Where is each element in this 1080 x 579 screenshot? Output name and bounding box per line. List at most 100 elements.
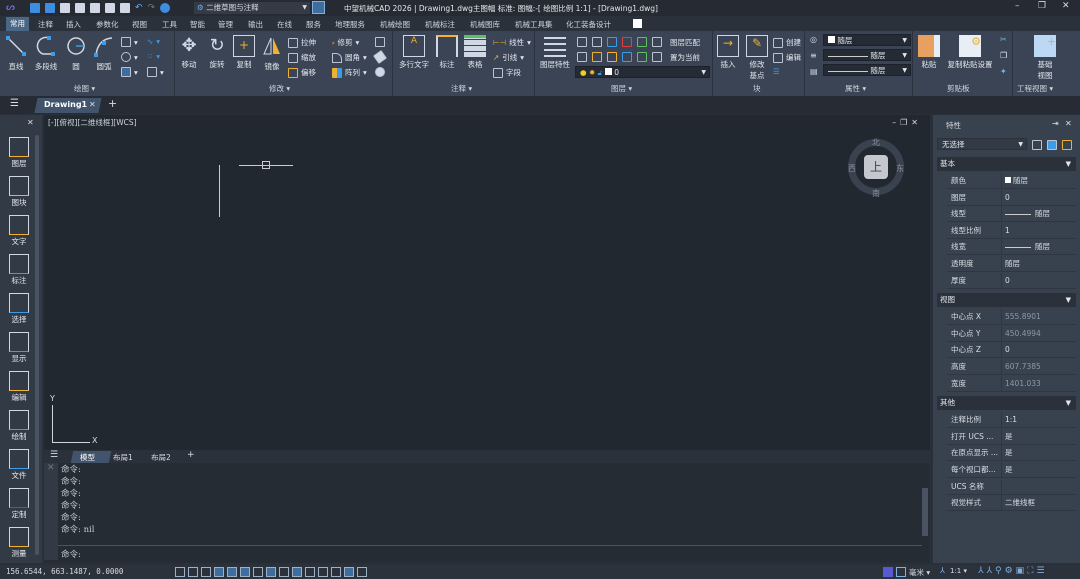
linetype-dropdown[interactable]: 随层 ▼ (823, 49, 911, 61)
layer-merge-icon[interactable] (637, 52, 647, 62)
layer-thaw-all-icon[interactable] (607, 52, 617, 62)
add-layout-button[interactable]: + (187, 450, 195, 460)
tab-3[interactable]: 参数化 (92, 18, 123, 31)
paper-icon[interactable] (896, 567, 906, 577)
stretch-button[interactable]: 拉伸 (288, 37, 316, 48)
property-row[interactable]: 中心点 Z 0 (947, 342, 1076, 359)
panel-modify-label[interactable]: 修改 ▾ (269, 83, 290, 94)
print-icon[interactable] (105, 3, 115, 13)
table-button[interactable]: 表格 (461, 35, 489, 70)
close-tab-icon[interactable]: ✕ (89, 100, 96, 109)
trim-button[interactable]: ⸗ 修剪 ▾ (332, 37, 359, 48)
workspace-dropdown[interactable]: ⚙ 二维草图与注释 ▼ (194, 2, 310, 14)
command-scrollbar[interactable] (922, 488, 928, 536)
viewport-controls[interactable]: [-][俯视][二维线框][WCS] (48, 117, 137, 128)
new-tab-button[interactable]: + (108, 97, 117, 110)
explode-button[interactable] (375, 67, 385, 77)
status-toggle-1[interactable] (188, 567, 198, 577)
menu-icon[interactable]: ☰ (10, 98, 19, 109)
property-row[interactable]: 线型比例 1 (947, 222, 1076, 239)
array-button[interactable]: 阵列 ▾ (332, 67, 367, 78)
status-toggle-10[interactable] (305, 567, 315, 577)
point-button[interactable]: ⁙ ▾ (147, 52, 160, 61)
layer-unisolate-icon[interactable] (637, 37, 647, 47)
cut-icon[interactable]: ✂ (1000, 35, 1007, 44)
tab-6[interactable]: 智能 (186, 18, 209, 31)
edit-basepoint-button[interactable]: ✎ 修改基点 (743, 35, 771, 81)
panel-properties-label[interactable]: 属性 ▾ (845, 83, 866, 94)
tab-9[interactable]: 在线 (273, 18, 296, 31)
panel-annotate-label[interactable]: 注释 ▾ (451, 83, 472, 94)
tab-12[interactable]: 机械绘图 (376, 18, 414, 31)
command-handle[interactable]: ✕ (44, 463, 58, 560)
property-row[interactable]: 注释比例 1:1 (947, 412, 1076, 429)
toggle-pickadd-icon[interactable] (1032, 140, 1042, 150)
layer-dropdown[interactable]: ● ✹ 🔓︎ 0 ▼ (575, 66, 710, 78)
status-toggle-12[interactable] (331, 567, 341, 577)
annotation-monitor-icon[interactable] (883, 567, 893, 577)
status-toggle-9[interactable] (292, 567, 302, 577)
undo-icon[interactable]: ↶ (135, 3, 143, 13)
select-objects-icon[interactable] (1047, 140, 1057, 150)
layer-unlock-icon[interactable] (622, 52, 632, 62)
status-toggle-11[interactable] (318, 567, 328, 577)
scale-button[interactable]: 缩放 (288, 52, 316, 63)
status-toggle-14[interactable] (357, 567, 367, 577)
palette-item-1[interactable]: 图块 (4, 176, 34, 208)
quick-select-icon[interactable] (1062, 140, 1072, 150)
property-row[interactable]: 颜色 随层 (947, 173, 1076, 189)
tab-layout1[interactable]: 布局1 (113, 452, 133, 463)
new-file-icon[interactable] (30, 3, 40, 13)
palette-item-5[interactable]: 显示 (4, 332, 34, 364)
maximize-button[interactable]: ❐ (1038, 1, 1046, 11)
break-button[interactable] (375, 37, 385, 47)
annotation-scale-dropdown[interactable]: 1:1 ▾ (950, 567, 967, 575)
ellipse-button[interactable]: ▾ (121, 52, 138, 62)
layer-match-button[interactable]: 图层匹配 (670, 37, 700, 48)
copy-button[interactable]: + 复制 (230, 35, 258, 70)
save-icon[interactable] (60, 3, 70, 13)
copy-file-icon[interactable] (90, 3, 100, 13)
tab-11[interactable]: 地理服务 (331, 18, 369, 31)
circle-button[interactable]: 圆 (62, 35, 90, 72)
edit-block-button[interactable]: 编辑 (773, 52, 801, 63)
property-row[interactable]: 宽度 1401.033 (947, 375, 1076, 392)
units-dropdown[interactable]: 毫米 ▾ (909, 567, 930, 578)
tab-5[interactable]: 工具 (158, 18, 181, 31)
block-attribute-button[interactable]: ☰ (773, 67, 780, 76)
property-row[interactable]: 中心点 Y 450.4994 (947, 325, 1076, 342)
close-button[interactable]: ✕ (1062, 1, 1070, 11)
tab-13[interactable]: 机械标注 (421, 18, 459, 31)
property-row[interactable]: 视觉样式 二维线框 (947, 495, 1076, 512)
tab-layout2[interactable]: 布局2 (151, 452, 171, 463)
palette-item-3[interactable]: 标注 (4, 254, 34, 286)
tab-14[interactable]: 机械图库 (466, 18, 504, 31)
status-toggle-2[interactable] (201, 567, 211, 577)
erase-button[interactable] (373, 50, 387, 64)
palette-item-0[interactable]: 图层 (4, 137, 34, 169)
panel-draw-label[interactable]: 绘图 ▾ (74, 83, 95, 94)
compass-north[interactable]: 北 (872, 137, 880, 148)
move-button[interactable]: ✥ 移动 (175, 35, 203, 70)
mtext-button[interactable]: A 多行文字 (397, 35, 431, 70)
compass-south[interactable]: 南 (872, 188, 880, 199)
preview-icon[interactable] (120, 3, 130, 13)
status-toggle-0[interactable] (175, 567, 185, 577)
status-tools[interactable]: ⅄⅄⚲⚙▣⛶☰ (978, 566, 1048, 576)
toolbox-icon[interactable] (312, 1, 325, 14)
base-view-button[interactable]: + 基础视图 (1031, 35, 1059, 81)
palette-item-10[interactable]: 测量 (4, 527, 34, 559)
match-properties-icon[interactable]: ✦ (1000, 67, 1007, 76)
hatch-button[interactable]: ▾ (121, 67, 138, 77)
property-row[interactable]: 中心点 X 555.8901 (947, 309, 1076, 326)
tab-10[interactable]: 服务 (302, 18, 325, 31)
property-row[interactable]: 厚度 0 (947, 272, 1076, 289)
close-palette-icon[interactable]: ✕ (27, 118, 34, 127)
help-icon[interactable] (160, 3, 171, 13)
tab-7[interactable]: 管理 (214, 18, 237, 31)
property-row[interactable]: 图层 0 (947, 189, 1076, 206)
offset-button[interactable]: 偏移 (288, 67, 316, 78)
close-properties-icon[interactable]: ✕ (1065, 119, 1072, 128)
panel-layer-label[interactable]: 图层 ▾ (611, 83, 632, 94)
section-header[interactable]: 基本 ▼ (937, 157, 1076, 171)
